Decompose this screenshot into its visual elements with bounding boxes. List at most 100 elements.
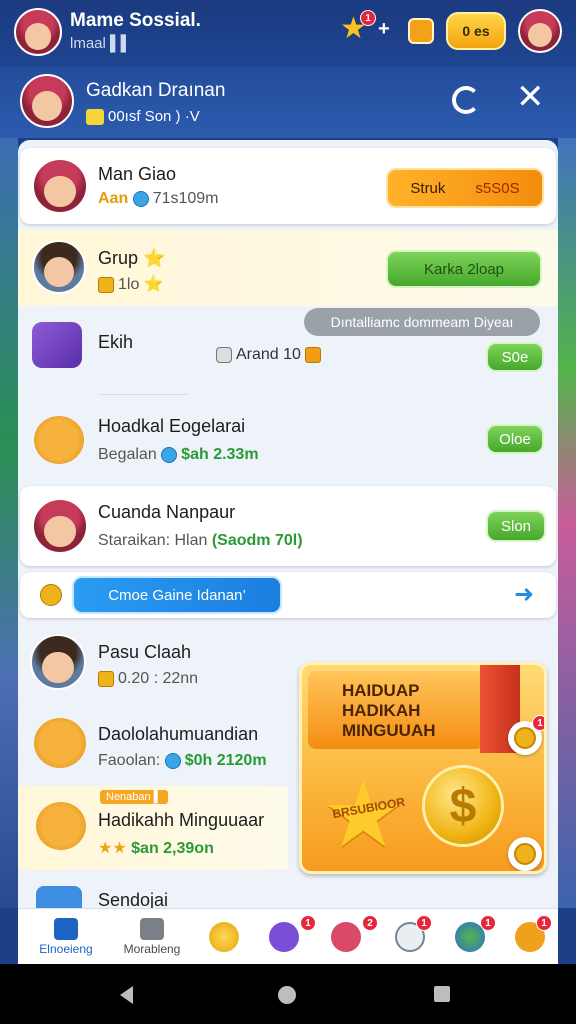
- row-sub-prefix: Aan: [98, 190, 129, 207]
- notification-badge: 1: [300, 915, 316, 931]
- list-item[interactable]: Sendojai: [18, 882, 558, 908]
- app-title: Mame Sossial.: [70, 10, 201, 31]
- camera-icon: [216, 346, 232, 363]
- row-action-button[interactable]: Oloe: [486, 424, 544, 454]
- row-name: Hadikahh Minguuaar: [98, 810, 265, 830]
- background-decor-right: [558, 138, 576, 908]
- coin-icon: [514, 843, 536, 865]
- notification-badge: 2: [362, 915, 378, 931]
- notification-badge: 1: [480, 915, 496, 931]
- row-action-button[interactable]: S0e: [486, 342, 544, 372]
- bottom-nav: Elnoeieng Morableng 1 2 1 1 1: [18, 908, 558, 964]
- user-avatar[interactable]: [518, 9, 562, 53]
- nav-tasks[interactable]: [264, 909, 304, 965]
- ticket-icon: [86, 109, 104, 126]
- bear-icon: [34, 416, 84, 464]
- row-mid-text: Arand 10: [236, 346, 301, 363]
- list-item[interactable]: Hoadkal Eogelarai Begalan $ah 2.33m Oloe: [18, 402, 558, 482]
- row-name: Man Giao: [98, 164, 177, 184]
- check-icon: [269, 922, 299, 952]
- row-name: Daololahumuandian: [98, 724, 259, 744]
- notification-badge: 1: [536, 915, 552, 931]
- info-bar[interactable]: Cmoe Gaine Idanan’ ➜: [20, 572, 556, 618]
- home-button-icon[interactable]: [278, 986, 296, 1004]
- gift-icon[interactable]: [408, 18, 434, 44]
- row-sub-prefix: Staraikan: Hlan: [98, 532, 208, 549]
- group-action-button[interactable]: Karka 2loap: [386, 250, 542, 288]
- row-name: Ekih: [98, 332, 134, 352]
- clock-icon: [161, 446, 178, 463]
- nav-ring[interactable]: [326, 909, 366, 965]
- bear-icon: [36, 802, 86, 850]
- info-bar-button[interactable]: Cmoe Gaine Idanan’: [72, 576, 282, 614]
- notification-badge: 1: [416, 915, 432, 931]
- button-label: Struk: [410, 179, 446, 197]
- coin-icon: [209, 922, 239, 952]
- row-name: Grup ⭐: [98, 248, 166, 268]
- reward-title-line1: HAIDUAP: [342, 681, 420, 700]
- reward-title-line2: HADIKAH: [342, 701, 421, 720]
- tooltip: Dıntalliamc dommeam Diyeaı: [304, 308, 540, 336]
- coin-icon: [40, 584, 62, 606]
- row-sub-value: (Saodm 70l): [211, 532, 303, 549]
- arrow-right-icon[interactable]: ➜: [514, 580, 534, 609]
- weekly-reward-card[interactable]: HAIDUAP HADIKAH MINGUUAH ★ BRSUBIOOR $ 1: [299, 662, 547, 874]
- group-subtitle: 00ısf Son ) ·V: [108, 108, 200, 125]
- row-sub-value: 71s109m: [152, 190, 219, 207]
- row-name: Cuanda Nanpaur: [98, 502, 236, 522]
- row-sub-value: 1lo ⭐: [118, 276, 164, 293]
- row-name: Hoadkal Eogelarai: [98, 416, 246, 436]
- cards-icon: [140, 918, 164, 940]
- row-sub-value: $ah 2.33m: [181, 446, 259, 463]
- collect-coin-button[interactable]: [508, 837, 542, 871]
- gem-icon: [305, 346, 322, 363]
- nav-coins[interactable]: [204, 909, 244, 965]
- row-name: Pasu Claah: [98, 642, 192, 662]
- gem-icon: [98, 670, 114, 687]
- group-title: Gadkan Draınan: [86, 80, 226, 101]
- nav-label: Morableng: [123, 942, 181, 956]
- list-item[interactable]: Cuanda Nanpaur Staraikan: Hlan (Saodm 70…: [20, 486, 556, 566]
- home-icon: [54, 918, 78, 940]
- coin-icon: $: [422, 765, 504, 847]
- gem-icon: [98, 276, 114, 293]
- list-item[interactable]: Nenaban ▌ Hadikahh Minguuaar ★★ $an 2,39…: [18, 786, 288, 870]
- avatar: [32, 240, 86, 294]
- coin-balance[interactable]: 0 es: [446, 12, 506, 50]
- list-item[interactable]: Ekih Dıntalliamc dommeam Diyeaı Arand 10…: [18, 308, 558, 388]
- plus-icon[interactable]: +: [378, 18, 390, 41]
- avatar: [32, 498, 88, 554]
- list-item[interactable]: Man Giao Aan 71s109m Struk s5S0S: [20, 148, 556, 224]
- avatar: [30, 634, 86, 690]
- group-avatar: [20, 74, 74, 128]
- star-badge: 1: [360, 10, 376, 26]
- bear-icon: [34, 718, 86, 768]
- nav-cards[interactable]: Morableng: [114, 909, 190, 965]
- toy-box-icon: [32, 322, 82, 368]
- clock-icon: [132, 190, 149, 207]
- list-item[interactable]: Grup ⭐ 1lo ⭐ Karka 2loap: [18, 230, 558, 306]
- back-icon[interactable]: [120, 986, 133, 1004]
- button-value: s5S0S: [475, 179, 520, 197]
- recents-icon[interactable]: [434, 986, 450, 1002]
- row-action-button[interactable]: Slon: [486, 510, 546, 542]
- close-icon[interactable]: ✕: [516, 80, 545, 114]
- row-sub-prefix: Begalan: [98, 446, 157, 463]
- refresh-icon[interactable]: [452, 86, 480, 114]
- row-sub-value: $0h 2120m: [184, 752, 267, 769]
- avatar: [32, 158, 88, 214]
- app-subtitle: lmaal ▌▌: [70, 35, 132, 52]
- nav-home[interactable]: Elnoeieng: [28, 909, 104, 965]
- profile-avatar[interactable]: [14, 8, 62, 56]
- friends-list-panel: Man Giao Aan 71s109m Struk s5S0S Grup ⭐ …: [18, 140, 558, 908]
- system-nav-bar: [0, 964, 576, 1024]
- coin-icon: [514, 727, 536, 749]
- struk-button[interactable]: Struk s5S0S: [386, 168, 544, 208]
- star-icon: ★★: [98, 840, 127, 857]
- clock-icon: [164, 752, 181, 769]
- reward-banner: HAIDUAP HADIKAH MINGUUAH: [308, 671, 484, 749]
- group-header: Gadkan Draınan 00ısf Son ) ·V ✕: [0, 66, 576, 138]
- row-sub-value: 0.20 : 22nn: [118, 670, 199, 687]
- nav-label: Elnoeieng: [39, 942, 93, 956]
- reward-badge: 1: [532, 715, 544, 731]
